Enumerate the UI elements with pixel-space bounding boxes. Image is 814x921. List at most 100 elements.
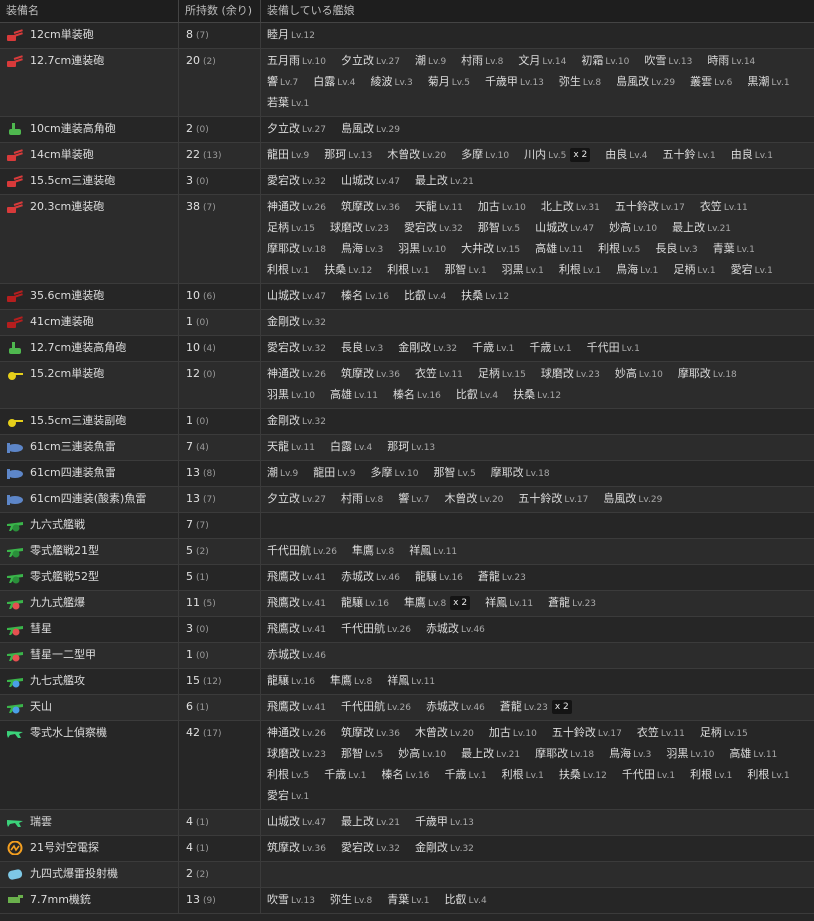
table-row[interactable]: 瑞雲 4 (1) 山城改 Lv.47 最上改 Lv.21 千歳甲 Lv.13 (0, 810, 814, 836)
ship-entry[interactable]: 利根 Lv.1 (690, 765, 732, 786)
ship-entry[interactable]: 千代田 Lv.1 (622, 765, 675, 786)
ship-entry[interactable]: 五月雨 Lv.10 (267, 51, 326, 72)
ship-entry[interactable]: 多摩 Lv.10 (461, 145, 509, 166)
table-row[interactable]: 15.5cm三連装副砲 1 (0) 金剛改 Lv.32 (0, 409, 814, 435)
ship-entry[interactable]: 球磨改 Lv.23 (267, 744, 326, 765)
ship-entry[interactable]: 衣笠 Lv.11 (700, 197, 748, 218)
ship-entry[interactable]: 那珂 Lv.13 (387, 437, 435, 458)
ship-entry[interactable]: 千歳 Lv.1 (444, 765, 486, 786)
ship-entry[interactable]: 響 Lv.7 (267, 72, 298, 93)
ship-entry[interactable]: 比叡 Lv.4 (404, 286, 446, 307)
ship-entry[interactable]: 菊月 Lv.5 (428, 72, 470, 93)
ship-entry[interactable]: 那智 Lv.5 (478, 218, 520, 239)
ship-entry[interactable]: 蒼龍 Lv.23 x 2 (500, 697, 572, 718)
ship-entry[interactable]: 鳥海 Lv.3 (341, 239, 383, 260)
ship-entry[interactable]: 千代田航 Lv.26 (341, 697, 411, 718)
ship-entry[interactable]: 扶桑 Lv.12 (461, 286, 509, 307)
ship-entry[interactable]: 村雨 Lv.8 (461, 51, 503, 72)
ship-entry[interactable]: 白露 Lv.4 (313, 72, 355, 93)
ship-entry[interactable]: 愛宕改 Lv.32 (404, 218, 463, 239)
ship-entry[interactable]: 利根 Lv.1 (502, 765, 544, 786)
ship-entry[interactable]: 千代田 Lv.1 (587, 338, 640, 359)
ship-entry[interactable]: 妙高 Lv.10 (398, 744, 446, 765)
ship-entry[interactable]: 利根 Lv.5 (267, 765, 309, 786)
ship-entry[interactable]: 球磨改 Lv.23 (541, 364, 600, 385)
ship-entry[interactable]: 山城改 Lv.47 (341, 171, 400, 192)
ship-entry[interactable]: 愛宕改 Lv.32 (341, 838, 400, 859)
ship-entry[interactable]: 吹雪 Lv.13 (267, 890, 315, 911)
ship-entry[interactable]: 蒼龍 Lv.23 (478, 567, 526, 588)
ship-entry[interactable]: 赤城改 Lv.46 (426, 619, 485, 640)
ship-entry[interactable]: 五十鈴改 Lv.17 (615, 197, 685, 218)
ship-entry[interactable]: 弥生 Lv.8 (330, 890, 372, 911)
table-row[interactable]: 天山 6 (1) 飛鷹改 Lv.41 千代田航 Lv.26 赤城改 Lv.46 蒼龍 Lv.23 x … (0, 695, 814, 721)
ship-entry[interactable]: 筑摩改 Lv.36 (341, 364, 400, 385)
ship-entry[interactable]: 球磨改 Lv.23 (330, 218, 389, 239)
ship-entry[interactable]: 利根 Lv.5 (598, 239, 640, 260)
ship-entry[interactable]: 比叡 Lv.4 (444, 890, 486, 911)
ship-entry[interactable]: 睦月 Lv.12 (267, 25, 315, 46)
ship-entry[interactable]: 文月 Lv.14 (518, 51, 566, 72)
ship-entry[interactable]: 衣笠 Lv.11 (415, 364, 463, 385)
col-header-equipment[interactable]: 装備名 (0, 0, 179, 22)
ship-entry[interactable]: 潮 Lv.9 (415, 51, 446, 72)
ship-entry[interactable]: 那智 Lv.5 (341, 744, 383, 765)
ship-entry[interactable]: 村雨 Lv.8 (341, 489, 383, 510)
ship-entry[interactable]: 千歳甲 Lv.13 (485, 72, 544, 93)
ship-entry[interactable]: 綾波 Lv.3 (370, 72, 412, 93)
ship-entry[interactable]: 由良 Lv.4 (605, 145, 647, 166)
ship-entry[interactable]: 龍田 Lv.9 (267, 145, 309, 166)
ship-entry[interactable]: 祥鳳 Lv.11 (387, 671, 435, 692)
ship-entry[interactable]: 妙高 Lv.10 (615, 364, 663, 385)
ship-entry[interactable]: 長良 Lv.3 (341, 338, 383, 359)
ship-entry[interactable]: 扶桑 Lv.12 (513, 385, 561, 406)
table-row[interactable]: 61cm三連装魚雷 7 (4) 天龍 Lv.11 白露 Lv.4 那珂 Lv.13 (0, 435, 814, 461)
ship-entry[interactable]: 龍驤 Lv.16 (341, 593, 389, 614)
table-row[interactable]: 41cm連装砲 1 (0) 金剛改 Lv.32 (0, 310, 814, 336)
ship-entry[interactable]: 鳥海 Lv.1 (616, 260, 658, 281)
ship-entry[interactable]: 島風改 Lv.29 (616, 72, 675, 93)
ship-entry[interactable]: 榛名 Lv.16 (381, 765, 429, 786)
ship-entry[interactable]: 弥生 Lv.8 (559, 72, 601, 93)
ship-entry[interactable]: 千歳 Lv.1 (324, 765, 366, 786)
ship-entry[interactable]: 羽黒 Lv.10 (398, 239, 446, 260)
ship-entry[interactable]: 青葉 Lv.1 (713, 239, 755, 260)
ship-entry[interactable]: 金剛改 Lv.32 (267, 312, 326, 333)
table-row[interactable]: 14cm単装砲 22 (13) 龍田 Lv.9 那珂 Lv.13 木曾改 Lv.20 多摩 Lv.1… (0, 143, 814, 169)
ship-entry[interactable]: 愛宕 Lv.1 (267, 786, 309, 807)
ship-entry[interactable]: 龍田 Lv.9 (313, 463, 355, 484)
table-row[interactable]: 12.7cm連装砲 20 (2) 五月雨 Lv.10 夕立改 Lv.27 潮 Lv.9 村雨 Lv.… (0, 49, 814, 117)
ship-entry[interactable]: 摩耶改 Lv.18 (491, 463, 550, 484)
ship-entry[interactable]: 神通改 Lv.26 (267, 723, 326, 744)
table-row[interactable]: 12.7cm連装高角砲 10 (4) 愛宕改 Lv.32 長良 Lv.3 金剛改 Lv.32 千歳… (0, 336, 814, 362)
table-row[interactable]: 7.7mm機銃 13 (9) 吹雪 Lv.13 弥生 Lv.8 青葉 Lv.1 比叡 Lv.4 (0, 888, 814, 914)
ship-entry[interactable]: 青葉 Lv.1 (387, 890, 429, 911)
ship-entry[interactable]: 飛鷹改 Lv.41 (267, 593, 326, 614)
ship-entry[interactable]: 利根 Lv.1 (267, 260, 309, 281)
ship-entry[interactable]: 千歳甲 Lv.13 (415, 812, 474, 833)
ship-entry[interactable]: 祥鳳 Lv.11 (409, 541, 457, 562)
ship-entry[interactable]: 最上改 Lv.21 (415, 171, 474, 192)
ship-entry[interactable]: 隼鷹 Lv.8 (352, 541, 394, 562)
ship-entry[interactable]: 加古 Lv.10 (478, 197, 526, 218)
ship-entry[interactable]: 黒潮 Lv.1 (747, 72, 789, 93)
ship-entry[interactable]: 響 Lv.7 (398, 489, 429, 510)
ship-entry[interactable]: 愛宕改 Lv.32 (267, 338, 326, 359)
ship-entry[interactable]: 島風改 Lv.29 (341, 119, 400, 140)
ship-entry[interactable]: 赤城改 Lv.46 (341, 567, 400, 588)
table-row[interactable]: 35.6cm連装砲 10 (6) 山城改 Lv.47 榛名 Lv.16 比叡 Lv.4 扶桑 Lv.… (0, 284, 814, 310)
ship-entry[interactable]: 榛名 Lv.16 (341, 286, 389, 307)
ship-entry[interactable]: 天龍 Lv.11 (415, 197, 463, 218)
ship-entry[interactable]: 利根 Lv.1 (559, 260, 601, 281)
table-row[interactable]: 九四式爆雷投射機 2 (2) (0, 862, 814, 888)
ship-entry[interactable]: 利根 Lv.1 (747, 765, 789, 786)
ship-entry[interactable]: 妙高 Lv.10 (609, 218, 657, 239)
ship-entry[interactable]: 金剛改 Lv.32 (267, 411, 326, 432)
ship-entry[interactable]: 隼鷹 Lv.8 x 2 (404, 593, 471, 614)
ship-entry[interactable]: 吹雪 Lv.13 (644, 51, 692, 72)
ship-entry[interactable]: 時雨 Lv.14 (707, 51, 755, 72)
ship-entry[interactable]: 衣笠 Lv.11 (637, 723, 685, 744)
ship-entry[interactable]: 榛名 Lv.16 (393, 385, 441, 406)
table-row[interactable]: 15.5cm三連装砲 3 (0) 愛宕改 Lv.32 山城改 Lv.47 最上改 Lv.21 (0, 169, 814, 195)
ship-entry[interactable]: 千歳 Lv.1 (529, 338, 571, 359)
